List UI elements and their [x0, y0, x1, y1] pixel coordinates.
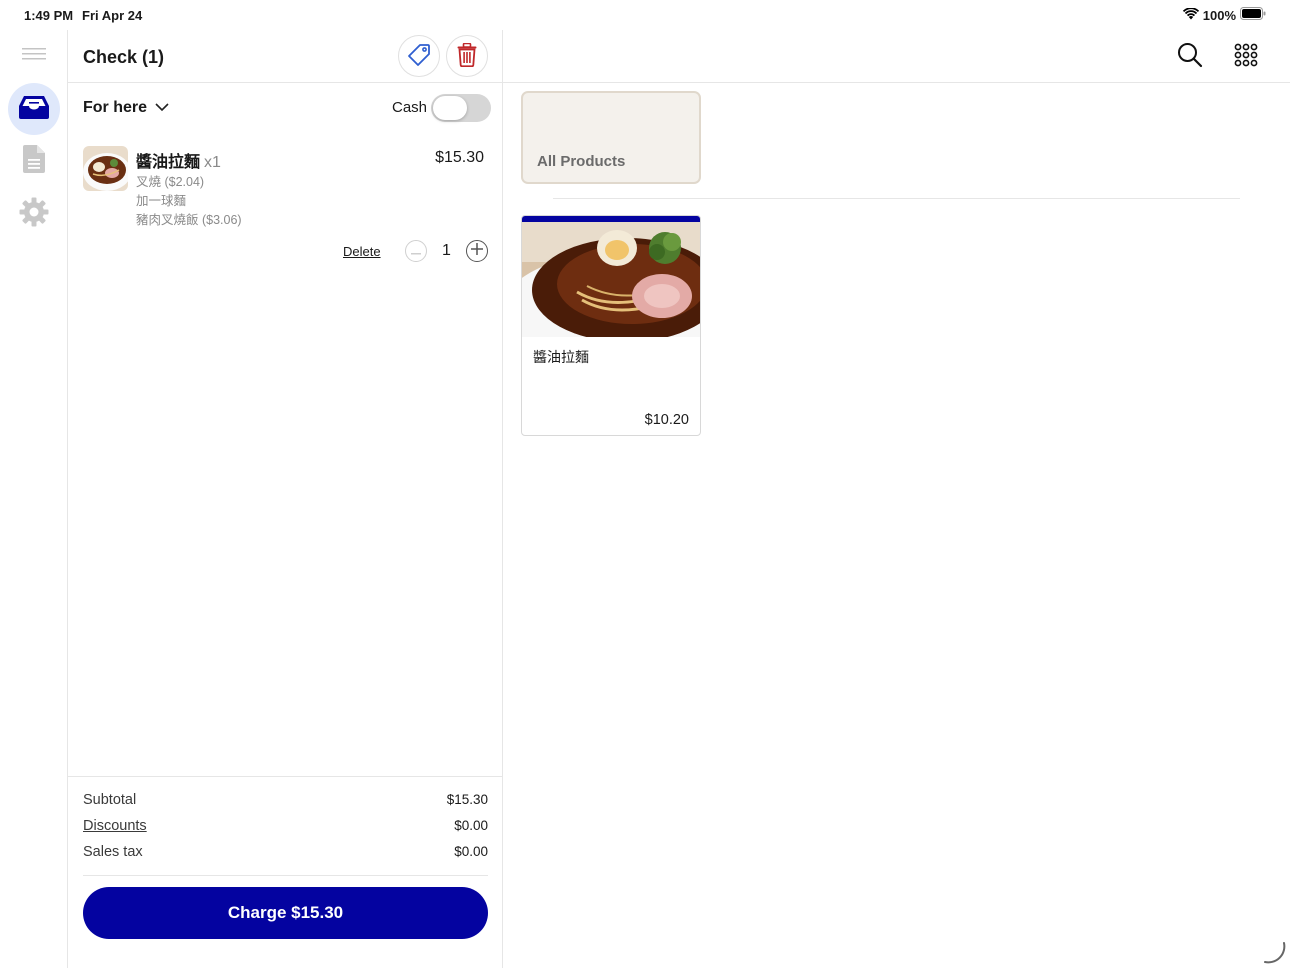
- section-divider: [553, 198, 1240, 199]
- search-icon: [1177, 42, 1203, 73]
- minus-icon: [411, 242, 421, 260]
- toggle-knob: [433, 96, 467, 120]
- left-rail: [0, 30, 68, 968]
- dining-option-row: For here Cash: [68, 83, 502, 133]
- discounts-value: $0.00: [454, 818, 488, 833]
- product-image: [522, 222, 700, 337]
- grid-view-button[interactable]: [1232, 43, 1260, 71]
- sales-tax-label: Sales tax: [83, 844, 143, 860]
- check-panel: Check (1) For here Cash 醬油拉麵 x1 $15.30 叉…: [68, 30, 503, 968]
- search-button[interactable]: [1176, 42, 1204, 73]
- item-name-text: 醬油拉麵: [136, 154, 201, 171]
- subtotal-value: $15.30: [446, 792, 488, 807]
- product-price: $10.20: [644, 412, 689, 428]
- battery-icon: [1240, 7, 1266, 23]
- item-modifier: 叉燒 ($2.04): [136, 175, 205, 189]
- hamburger-menu-icon: [22, 47, 46, 66]
- tag-icon: [407, 43, 431, 70]
- status-date: Fri Apr 24: [82, 8, 143, 23]
- product-card[interactable]: 醬油拉麵 $10.20: [521, 215, 701, 436]
- category-tile-all-products[interactable]: All Products: [521, 91, 701, 184]
- discount-tag-button[interactable]: [398, 35, 440, 77]
- category-label: All Products: [537, 153, 626, 170]
- cash-toggle[interactable]: [431, 94, 491, 122]
- document-icon: [23, 144, 45, 178]
- subtotal-label: Subtotal: [83, 792, 137, 808]
- grid-icon: [1234, 43, 1258, 72]
- status-time: 1:49 PM: [24, 8, 74, 23]
- item-price: $15.30: [435, 149, 484, 166]
- cash-label: Cash: [392, 99, 428, 116]
- gear-icon: [19, 197, 49, 232]
- sales-tax-value: $0.00: [454, 844, 488, 859]
- discounts-link[interactable]: Discounts: [83, 818, 147, 834]
- totals-divider: [83, 875, 488, 876]
- item-thumbnail: [83, 146, 128, 191]
- sales-tax-row: Sales tax $0.00: [83, 844, 488, 860]
- discounts-row: Discounts $0.00: [83, 818, 488, 834]
- status-bar: 1:49 PM Fri Apr 24 100%: [0, 0, 1290, 30]
- increase-quantity-button[interactable]: [466, 240, 488, 262]
- totals-section: Subtotal $15.30 Discounts $0.00 Sales ta…: [68, 776, 502, 968]
- loading-spinner-icon: [1262, 940, 1288, 968]
- dining-option-label: For here: [83, 99, 148, 116]
- main-header: [503, 30, 1290, 83]
- check-title: Check (1): [83, 47, 165, 67]
- rail-menu-button[interactable]: [8, 30, 60, 82]
- chevron-down-icon: [155, 99, 169, 117]
- status-indicators: 100%: [1182, 6, 1266, 23]
- rail-item-settings[interactable]: [8, 188, 60, 240]
- item-modifier: 加一球麵: [136, 194, 187, 208]
- charge-button[interactable]: Charge $15.30: [83, 887, 488, 939]
- dining-option-dropdown[interactable]: For here: [83, 99, 169, 117]
- subtotal-row: Subtotal $15.30: [83, 792, 488, 808]
- plus-icon: [471, 242, 483, 260]
- rail-item-register[interactable]: [8, 83, 60, 135]
- decrease-quantity-button[interactable]: [405, 240, 427, 262]
- item-modifier: 豬肉叉燒飯 ($3.06): [136, 213, 242, 227]
- item-qty-label: x1: [204, 154, 221, 171]
- item-name: 醬油拉麵 x1: [136, 148, 221, 172]
- check-header: Check (1): [68, 30, 502, 83]
- delete-item-link[interactable]: Delete: [343, 244, 381, 259]
- wifi-icon: [1182, 6, 1199, 23]
- register-tray-icon: [18, 95, 50, 124]
- line-item[interactable]: 醬油拉麵 x1 $15.30 叉燒 ($2.04) 加一球麵 豬肉叉燒飯 ($3.…: [68, 140, 502, 270]
- clear-check-button[interactable]: [446, 35, 488, 77]
- product-name: 醬油拉麵: [533, 349, 589, 365]
- battery-percent: 100%: [1202, 7, 1236, 23]
- trash-icon: [457, 42, 477, 70]
- quantity-value: 1: [442, 242, 451, 259]
- rail-item-orders[interactable]: [8, 135, 60, 187]
